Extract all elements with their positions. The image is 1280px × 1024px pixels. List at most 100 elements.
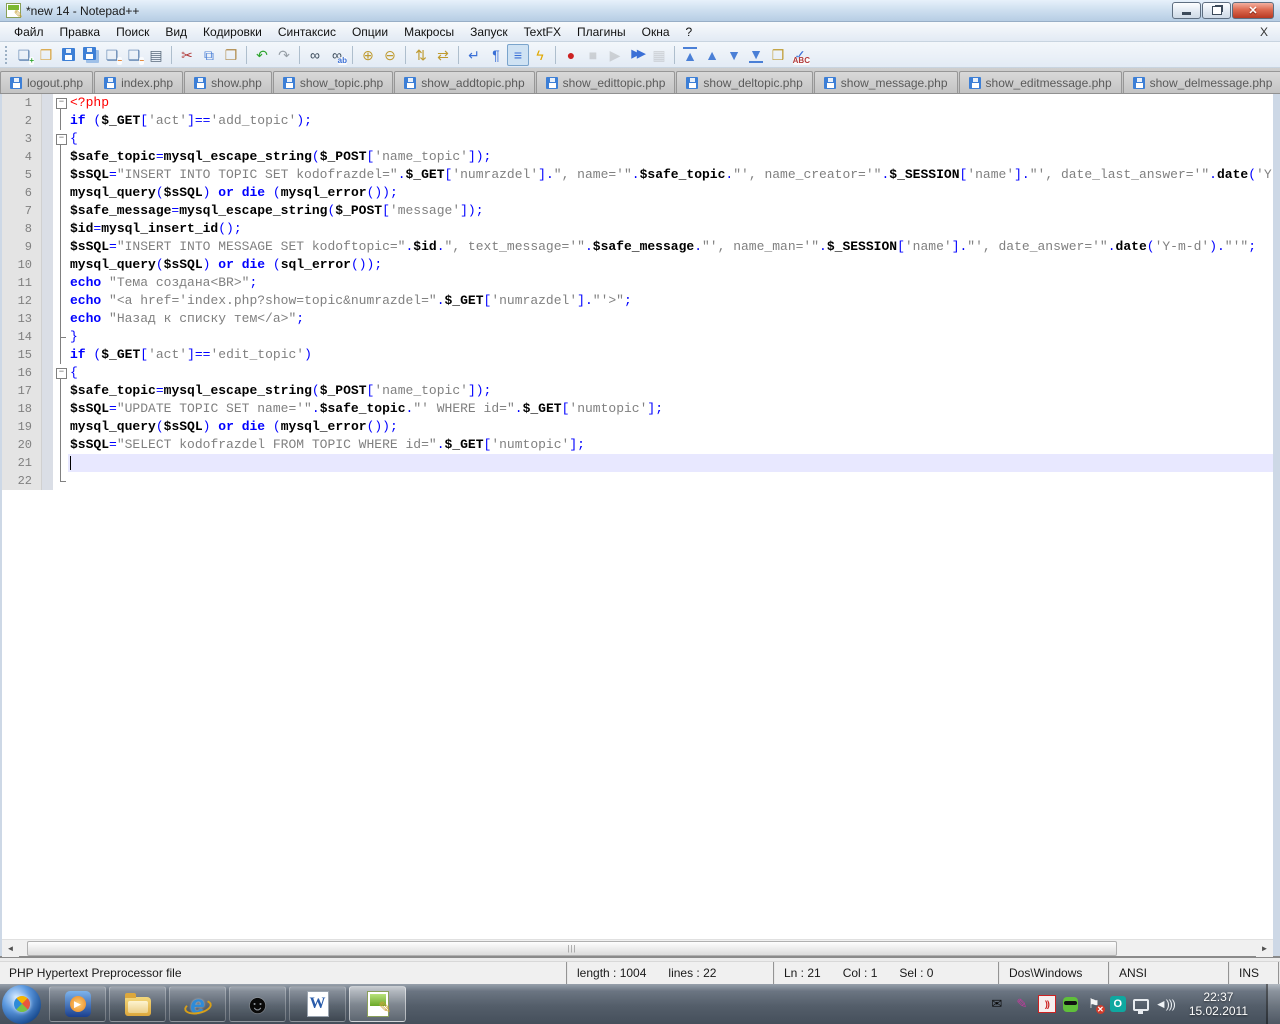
antivirus-bug-icon[interactable] (1062, 996, 1078, 1012)
save-file-icon[interactable] (57, 44, 79, 66)
close-button[interactable]: ✕ (1232, 2, 1274, 19)
status-encoding[interactable]: ANSI (1110, 962, 1230, 984)
modem-signal-icon[interactable]: )) (1037, 995, 1056, 1013)
code-line[interactable]: echo "Тема создана<BR>"; (68, 274, 1273, 292)
taskbar-button-notepad-plus-plus[interactable] (349, 986, 406, 1022)
bookmark-margin[interactable] (42, 382, 53, 400)
menu-item-1[interactable]: Правка (52, 23, 109, 41)
tab-show-deltopic-php[interactable]: show_deltopic.php (676, 71, 813, 93)
fold-marker-line[interactable] (53, 238, 68, 256)
taskbar-button-masked-face-app[interactable]: ☻ (229, 986, 286, 1022)
bookmark-margin[interactable] (42, 166, 53, 184)
fold-marker-line[interactable] (53, 292, 68, 310)
bookmark-margin[interactable] (42, 472, 53, 490)
spell-check-icon[interactable]: ✓ ABC (789, 44, 811, 66)
zoom-in-icon[interactable]: ⊕ (357, 44, 379, 66)
sync-horizontal-scroll-icon[interactable]: ⇄ (432, 44, 454, 66)
textfx-up-icon[interactable]: ▲ (701, 44, 723, 66)
code-line[interactable]: mysql_query($sSQL) or die (mysql_error()… (68, 418, 1273, 436)
status-typing-mode[interactable]: INS (1230, 962, 1280, 984)
menu-item-11[interactable]: Окна (634, 23, 678, 41)
undo-icon[interactable]: ↶ (251, 44, 273, 66)
show-desktop-button[interactable] (1266, 984, 1280, 1024)
taskbar-button-media-player[interactable] (49, 986, 106, 1022)
open-file-icon[interactable]: ❒ (35, 44, 57, 66)
code-line[interactable]: mysql_query($sSQL) or die (sql_error()); (68, 256, 1273, 274)
fold-marker-line[interactable] (53, 346, 68, 364)
menu-item-3[interactable]: Вид (157, 23, 195, 41)
menu-item-9[interactable]: TextFX (516, 23, 569, 41)
tab-index-php[interactable]: index.php (94, 71, 184, 93)
editor-lines[interactable]: 1<?php2if ($_GET['act']=='add_topic');3{… (2, 94, 1273, 939)
fold-marker-line[interactable] (53, 436, 68, 454)
menu-item-2[interactable]: Поиск (108, 23, 157, 41)
bookmark-margin[interactable] (42, 328, 53, 346)
fold-marker-line[interactable] (53, 418, 68, 436)
code-line[interactable]: if ($_GET['act']=='edit_topic') (68, 346, 1273, 364)
bookmark-margin[interactable] (42, 202, 53, 220)
redo-icon[interactable]: ↷ (273, 44, 295, 66)
fold-marker-line[interactable] (53, 454, 68, 472)
bookmark-margin[interactable] (42, 454, 53, 472)
scroll-right-arrow-icon[interactable]: ► (1256, 939, 1273, 957)
bookmark-margin[interactable] (42, 130, 53, 148)
fold-marker-box[interactable] (53, 130, 68, 148)
mail-agent-icon[interactable]: ✉ (988, 995, 1006, 1013)
code-line[interactable]: $sSQL="INSERT INTO MESSAGE SET kodoftopi… (68, 238, 1273, 256)
fold-marker-line[interactable] (53, 202, 68, 220)
close-file-icon[interactable]: ❏ − (101, 44, 123, 66)
code-line[interactable]: $id=mysql_insert_id(); (68, 220, 1273, 238)
tab-show-addtopic-php[interactable]: show_addtopic.php (394, 71, 535, 93)
code-line[interactable]: $safe_topic=mysql_escape_string($_POST['… (68, 148, 1273, 166)
replace-icon[interactable]: ∞ ab (326, 44, 348, 66)
sync-vertical-scroll-icon[interactable]: ⇅ (410, 44, 432, 66)
network-icon[interactable] (1132, 999, 1149, 1014)
fold-marker-box[interactable] (53, 364, 68, 382)
tab-show-editmessage-php[interactable]: show_editmessage.php (958, 71, 1122, 93)
code-line[interactable]: { (68, 364, 1273, 382)
menu-close-x[interactable]: X (1248, 25, 1280, 39)
scrollbar-thumb[interactable] (27, 940, 1117, 956)
fold-marker-line[interactable] (53, 166, 68, 184)
bookmark-margin[interactable] (42, 274, 53, 292)
taskbar-button-word[interactable]: W (289, 986, 346, 1022)
record-macro-icon[interactable]: ● (560, 44, 582, 66)
save-macro-icon[interactable]: ▦ (648, 44, 670, 66)
code-line[interactable]: } (68, 328, 1273, 346)
fold-marker-line[interactable] (53, 184, 68, 202)
fold-marker-line[interactable] (53, 148, 68, 166)
scroll-left-arrow-icon[interactable]: ◄ (2, 939, 19, 957)
start-button[interactable] (2, 984, 41, 1024)
bookmark-margin[interactable] (42, 292, 53, 310)
fold-marker-line[interactable] (53, 274, 68, 292)
bookmark-margin[interactable] (42, 220, 53, 238)
menu-item-6[interactable]: Опции (344, 23, 396, 41)
bookmark-margin[interactable] (42, 364, 53, 382)
horizontal-scrollbar[interactable]: ◄ ► (2, 939, 1273, 957)
minimize-button[interactable] (1172, 2, 1201, 19)
taskbar-button-internet-explorer[interactable]: e (169, 986, 226, 1022)
bookmark-margin[interactable] (42, 310, 53, 328)
stop-macro-icon[interactable]: ■ (582, 44, 604, 66)
fold-marker-line[interactable] (53, 382, 68, 400)
menu-item-12[interactable]: ? (678, 23, 701, 41)
code-line[interactable]: $sSQL="UPDATE TOPIC SET name='".$safe_to… (68, 400, 1273, 418)
bookmark-margin[interactable] (42, 400, 53, 418)
code-line[interactable]: echo "Назад к списку тем</a>"; (68, 310, 1273, 328)
code-line[interactable]: echo "<a href='index.php?show=topic&numr… (68, 292, 1273, 310)
fold-marker-line[interactable] (53, 310, 68, 328)
menu-item-10[interactable]: Плагины (569, 23, 634, 41)
cut-icon[interactable]: ✂ (176, 44, 198, 66)
action-center-flag-icon[interactable]: ⚑ (1085, 995, 1105, 1014)
bookmark-margin[interactable] (42, 184, 53, 202)
paste-icon[interactable]: ❐ (220, 44, 242, 66)
print-icon[interactable]: ▤ (145, 44, 167, 66)
taskbar-button-explorer-folder[interactable] (109, 986, 166, 1022)
menu-item-8[interactable]: Запуск (462, 23, 516, 41)
bookmark-margin[interactable] (42, 346, 53, 364)
fold-marker-line[interactable] (53, 112, 68, 130)
run-macro-multiple-icon[interactable]: ▶▶ (626, 44, 648, 66)
tab-show-topic-php[interactable]: show_topic.php (272, 71, 394, 93)
code-line[interactable]: $sSQL="INSERT INTO TOPIC SET kodofrazdel… (68, 166, 1273, 184)
indent-guide-icon[interactable]: ≡ (507, 43, 529, 66)
